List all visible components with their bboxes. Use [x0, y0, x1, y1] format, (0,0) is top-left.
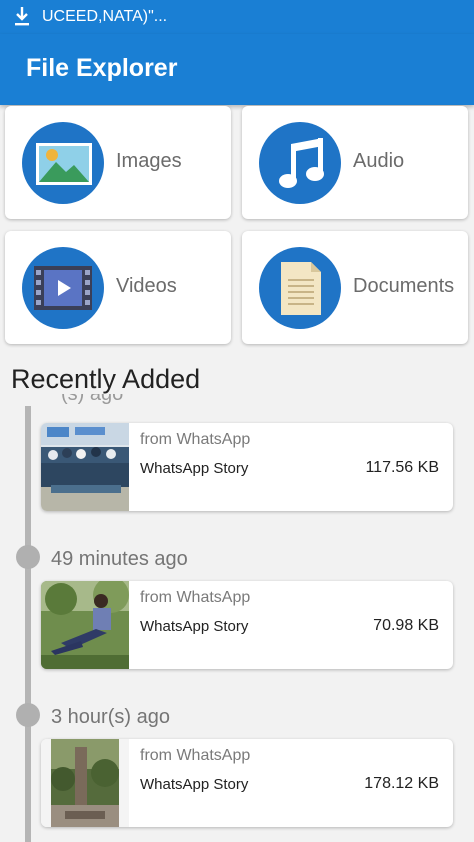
section-title: Recently Added — [11, 364, 201, 394]
file-size: 117.56 KB — [365, 459, 439, 476]
notification-text: UCEED,NATA)"... — [42, 8, 168, 25]
file-source: from WhatsApp — [140, 431, 251, 448]
category-label: Images — [116, 150, 182, 172]
category-label: Videos — [116, 275, 177, 297]
app-bar: File Explorer — [0, 34, 474, 105]
status-bar: UCEED,NATA)"... — [0, 0, 474, 34]
app-title: File Explorer — [26, 54, 178, 82]
category-label: Audio — [353, 150, 405, 172]
thumbnail-image — [41, 739, 129, 827]
download-icon — [15, 7, 29, 26]
file-item[interactable]: from WhatsApp WhatsApp Story 70.98 KB — [41, 581, 453, 669]
timeline-dot — [16, 545, 40, 569]
file-name: WhatsApp Story — [140, 776, 249, 793]
timestamp-partial: (s) ago — [61, 394, 124, 405]
file-item[interactable]: from WhatsApp WhatsApp Story 117.56 KB — [41, 423, 453, 511]
timestamp: 49 minutes ago — [51, 548, 188, 570]
file-source: from WhatsApp — [140, 589, 251, 606]
timestamp: 3 hour(s) ago — [51, 706, 170, 728]
category-audio-card[interactable]: Audio — [242, 106, 468, 219]
file-name: WhatsApp Story — [140, 460, 249, 477]
category-documents-card[interactable]: Documents — [242, 231, 468, 344]
thumbnail-image — [41, 423, 129, 511]
timeline-line — [25, 406, 31, 842]
video-film-icon — [22, 247, 104, 329]
file-size: 70.98 KB — [373, 617, 439, 634]
timeline-dot — [16, 703, 40, 727]
category-label: Documents — [353, 275, 455, 297]
music-note-icon — [259, 122, 341, 204]
document-icon — [259, 247, 341, 329]
file-name: WhatsApp Story — [140, 618, 249, 635]
category-images-card[interactable]: Images — [5, 106, 231, 219]
file-source: from WhatsApp — [140, 747, 251, 764]
category-videos-card[interactable]: Videos — [5, 231, 231, 344]
image-icon — [22, 122, 104, 204]
file-size: 178.12 KB — [364, 775, 439, 792]
file-item[interactable]: from WhatsApp WhatsApp Story 178.12 KB — [41, 739, 453, 827]
thumbnail-image — [41, 581, 129, 669]
